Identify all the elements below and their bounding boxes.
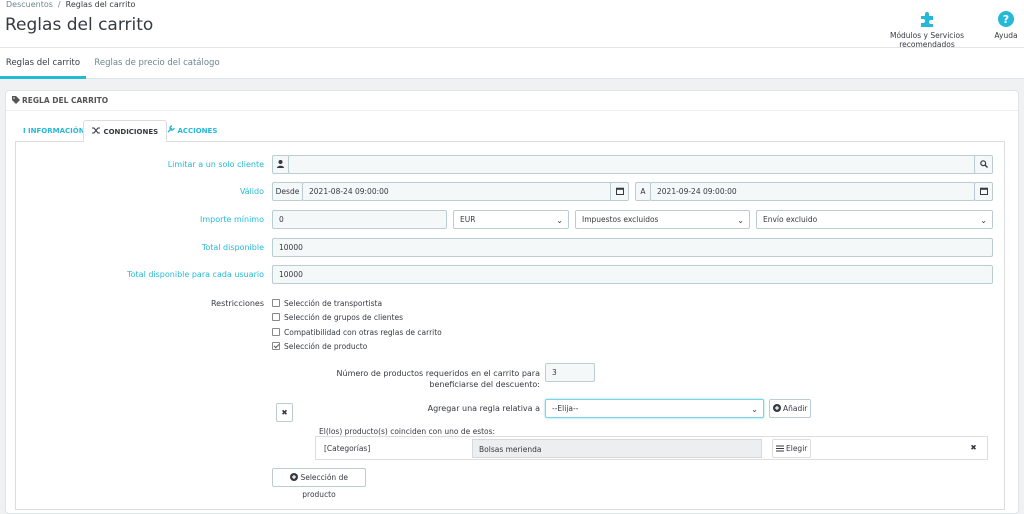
plus-circle-icon xyxy=(290,473,300,482)
choose-label: Elegir xyxy=(786,444,808,453)
list-icon xyxy=(775,444,786,453)
total-available-input[interactable]: 10000 xyxy=(272,238,993,257)
breadcrumb-item-descuentos[interactable]: Descuentos xyxy=(6,0,53,9)
product-selection-button[interactable]: Selección de producto xyxy=(272,468,366,499)
panel-heading-text: Regla del carrito xyxy=(22,96,109,105)
per-user-input[interactable]: 10000 xyxy=(272,265,993,284)
subtab-information[interactable]: i Información xyxy=(15,120,93,142)
breadcrumb-item-current: Reglas del carrito xyxy=(65,0,136,9)
valid-label: Válido xyxy=(239,187,264,196)
subtab-conditions[interactable]: Condiciones xyxy=(83,120,168,143)
restriction-label: Selección de producto xyxy=(284,342,368,351)
subtab-conditions-label: Condiciones xyxy=(103,128,159,136)
from-date-input[interactable]: 2021-08-24 09:00:00 xyxy=(302,182,612,201)
per-user-label: Total disponible para cada usuario xyxy=(127,270,264,279)
panel-heading: Regla del carrito xyxy=(6,91,1018,111)
taxes-value: Impuestos excluidos xyxy=(582,215,659,224)
search-icon xyxy=(979,160,988,168)
modules-label: Módulos y Servicios recomendados xyxy=(889,31,965,49)
client-search-button[interactable] xyxy=(974,155,993,174)
min-amount-label: Importe mínimo xyxy=(199,215,264,224)
help-button[interactable]: ? Ayuda xyxy=(992,10,1020,40)
product-qty-label-line2: beneficiarse del descuento: xyxy=(429,380,540,389)
tag-icon xyxy=(12,96,20,106)
row-type: [Categorías] xyxy=(324,444,371,453)
chevron-down-icon: ⌄ xyxy=(737,216,744,225)
client-input[interactable] xyxy=(288,155,976,174)
min-amount-input[interactable]: 0 xyxy=(272,210,447,229)
tab-catalog-price-rules[interactable]: Reglas de precio del catálogo xyxy=(92,48,222,79)
choose-button[interactable]: Elegir xyxy=(772,439,811,458)
client-label: Limitar a un solo cliente xyxy=(167,160,264,169)
wrench-icon xyxy=(167,125,177,135)
restriction-carrier-checkbox[interactable]: Selección de transportista xyxy=(272,299,382,308)
help-label: Ayuda xyxy=(994,31,1018,40)
page-header: Descuentos / Reglas del carrito Reglas del… xyxy=(0,0,1024,49)
restriction-label: Selección de transportista xyxy=(284,299,383,308)
help-icon: ? xyxy=(992,10,1020,28)
to-date-input[interactable]: 2021-09-24 09:00:00 xyxy=(650,182,975,201)
products-match-label: El(los) producto(s) coinciden con uno de… xyxy=(319,427,496,436)
rule-type-value: --Elija-- xyxy=(552,404,579,413)
restriction-label: Compatibilidad con otras reglas de carri… xyxy=(284,328,442,337)
add-rule-label-text: Añadir xyxy=(782,404,808,413)
page-title: Reglas del carrito xyxy=(5,15,154,35)
plus-circle-icon xyxy=(772,404,783,413)
rule-type-select[interactable]: --Elija-- ⌄ xyxy=(545,399,764,418)
restriction-product-checkbox[interactable]: Selección de producto xyxy=(272,342,367,351)
calendar-icon[interactable] xyxy=(610,182,629,201)
shipping-value: Envío excluido xyxy=(763,215,818,224)
chevron-down-icon: ⌄ xyxy=(556,216,563,225)
tab-cart-rules[interactable]: Reglas del carrito xyxy=(0,48,86,79)
currency-value: EUR xyxy=(460,215,476,224)
main-tabs: Reglas del carrito Reglas de precio del … xyxy=(0,48,1024,79)
shipping-select[interactable]: Envío excluido ⌄ xyxy=(756,210,993,229)
product-qty-label-line1: Número de productos requeridos en el car… xyxy=(336,369,540,378)
info-icon: i xyxy=(23,127,26,135)
subtab-information-label: Información xyxy=(28,127,85,135)
recommended-modules-button[interactable]: Módulos y Servicios recomendados xyxy=(866,10,988,49)
currency-select[interactable]: EUR ⌄ xyxy=(453,210,569,229)
product-qty-input[interactable]: 3 xyxy=(545,363,595,382)
checkbox-icon xyxy=(272,299,280,307)
checkbox-checked-icon xyxy=(272,342,280,350)
restriction-compat-checkbox[interactable]: Compatibilidad con otras reglas de carri… xyxy=(272,328,442,337)
add-rule-label: Agregar una regla relativa a xyxy=(427,404,540,413)
user-icon xyxy=(272,155,289,174)
svg-text:?: ? xyxy=(1003,13,1009,26)
restriction-groups-checkbox[interactable]: Selección de grupos de clientes xyxy=(272,313,403,322)
chevron-down-icon: ⌄ xyxy=(980,216,987,225)
puzzle-icon xyxy=(866,10,988,28)
calendar-icon[interactable] xyxy=(974,182,993,201)
remove-row-button[interactable]: ✖ xyxy=(964,439,983,458)
shuffle-icon xyxy=(92,127,103,136)
restriction-label: Selección de grupos de clientes xyxy=(284,313,404,322)
subtab-actions[interactable]: Acciones xyxy=(159,120,225,142)
breadcrumb: Descuentos / Reglas del carrito xyxy=(6,0,135,9)
rule-subtabs: i Información Condiciones Acciones xyxy=(15,120,1005,143)
chevron-down-icon: ⌄ xyxy=(751,405,758,414)
from-addon: Desde xyxy=(272,182,303,201)
to-addon: A xyxy=(635,182,651,201)
total-available-label: Total disponible xyxy=(201,243,264,252)
close-icon: ✖ xyxy=(970,443,977,452)
close-icon: ✖ xyxy=(281,408,288,417)
row-value: Bolsas merienda xyxy=(472,439,762,458)
add-rule-button[interactable]: Añadir xyxy=(769,399,811,418)
taxes-select[interactable]: Impuestos excluidos ⌄ xyxy=(575,210,750,229)
restrictions-label: Restricciones xyxy=(210,299,264,308)
product-qty-label: Número de productos requeridos en el car… xyxy=(290,368,540,390)
checkbox-icon xyxy=(272,313,280,321)
checkbox-icon xyxy=(272,328,280,336)
product-rule-row: [Categorías] Bolsas merienda Elegir ✖ xyxy=(315,436,988,460)
breadcrumb-separator: / xyxy=(57,0,61,9)
subtab-actions-label: Acciones xyxy=(177,127,218,135)
